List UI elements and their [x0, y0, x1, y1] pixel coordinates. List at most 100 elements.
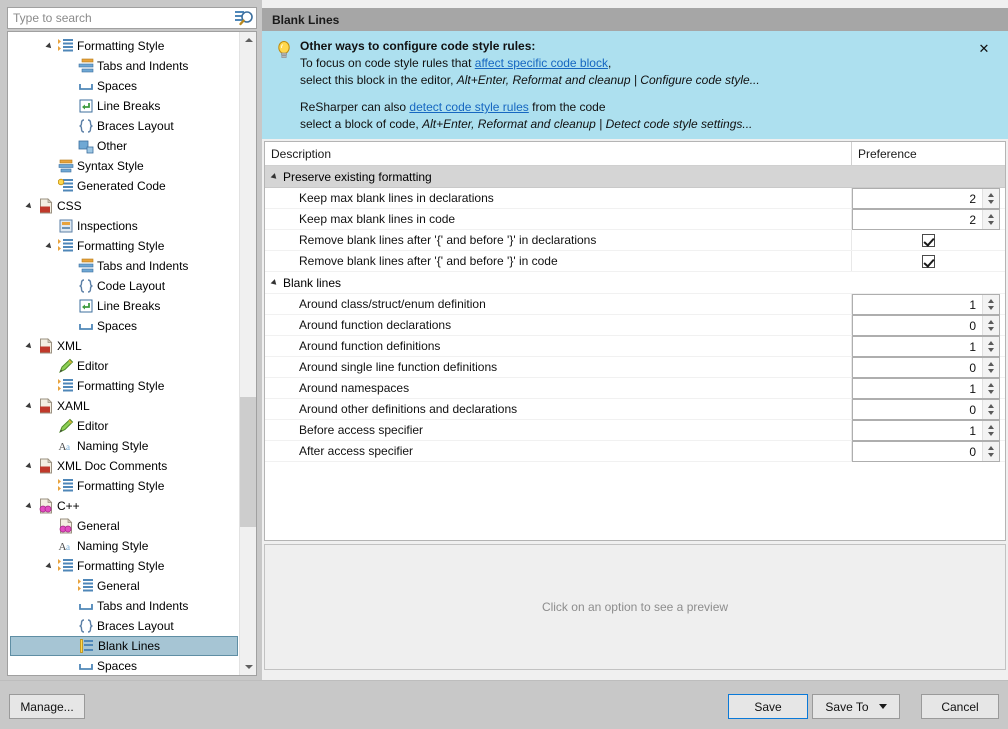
stepper-value[interactable]: 0	[853, 361, 982, 375]
expand-triangle-icon[interactable]	[26, 196, 37, 216]
grid-row[interactable]: Keep max blank lines in declarations2	[265, 188, 1005, 209]
grid-row[interactable]: Around function declarations0	[265, 315, 1005, 336]
stepper-arrows-icon[interactable]	[982, 295, 999, 314]
tree-item[interactable]: Formatting Style	[8, 476, 240, 496]
grid-row[interactable]: Remove blank lines after '{' and before …	[265, 230, 1005, 251]
tree-item[interactable]: Tabs and Indents	[8, 56, 240, 76]
expand-triangle-icon[interactable]	[26, 456, 37, 476]
grid-row[interactable]: Keep max blank lines in code2	[265, 209, 1005, 230]
tree-item[interactable]: Code Layout	[8, 276, 240, 296]
grid-group-header[interactable]: Blank lines	[265, 272, 1005, 294]
tree-item[interactable]: XML Doc Comments	[8, 456, 240, 476]
checkbox[interactable]	[922, 255, 935, 268]
manage-button[interactable]: Manage...	[9, 694, 85, 719]
tree-item[interactable]: Editor	[8, 416, 240, 436]
search-box[interactable]	[7, 7, 257, 29]
grid-row[interactable]: Around other definitions and declaration…	[265, 399, 1005, 420]
expand-triangle-icon[interactable]	[46, 36, 57, 56]
settings-tree[interactable]: Formatting StyleTabs and IndentsSpacesLi…	[7, 31, 257, 676]
expand-triangle-icon[interactable]	[26, 396, 37, 416]
tree-item[interactable]: Line Breaks	[8, 96, 240, 116]
stepper-value[interactable]: 1	[853, 340, 982, 354]
tree-item[interactable]: General	[8, 576, 240, 596]
tree-item[interactable]: Formatting Style	[8, 236, 240, 256]
close-icon[interactable]: ✕	[976, 41, 992, 57]
number-stepper[interactable]: 0	[852, 357, 1000, 378]
checkbox[interactable]	[922, 234, 935, 247]
tree-item[interactable]: Tabs and Indents	[8, 256, 240, 276]
grid-group-header[interactable]: Preserve existing formatting	[265, 166, 1005, 188]
stepper-arrows-icon[interactable]	[982, 421, 999, 440]
scroll-down-button[interactable]	[240, 658, 257, 675]
stepper-value[interactable]: 2	[853, 192, 982, 206]
number-stepper[interactable]: 2	[852, 209, 1000, 230]
tree-item[interactable]: Line Breaks	[8, 296, 240, 316]
number-stepper[interactable]: 2	[852, 188, 1000, 209]
stepper-arrows-icon[interactable]	[982, 379, 999, 398]
cancel-button[interactable]: Cancel	[921, 694, 999, 719]
tree-scrollbar[interactable]	[239, 32, 256, 675]
tree-item[interactable]: Formatting Style	[8, 376, 240, 396]
search-icon[interactable]	[234, 8, 256, 28]
stepper-value[interactable]: 2	[853, 213, 982, 227]
grid-row[interactable]: Around single line function definitions0	[265, 357, 1005, 378]
number-stepper[interactable]: 0	[852, 441, 1000, 462]
tree-item[interactable]: Other	[8, 136, 240, 156]
grid-row[interactable]: Around namespaces1	[265, 378, 1005, 399]
expand-triangle-icon[interactable]	[26, 496, 37, 516]
number-stepper[interactable]: 0	[852, 399, 1000, 420]
search-input[interactable]	[8, 8, 234, 28]
tree-item[interactable]: XAML	[8, 396, 240, 416]
save-button[interactable]: Save	[728, 694, 808, 719]
tree-item[interactable]: Spaces	[8, 656, 240, 676]
number-stepper[interactable]: 1	[852, 336, 1000, 357]
stepper-value[interactable]: 0	[853, 319, 982, 333]
tree-item[interactable]: CSS	[8, 196, 240, 216]
tree-item[interactable]: Braces Layout	[8, 116, 240, 136]
grid-row[interactable]: Before access specifier1	[265, 420, 1005, 441]
stepper-value[interactable]: 0	[853, 403, 982, 417]
stepper-arrows-icon[interactable]	[982, 316, 999, 335]
tree-item[interactable]: Tabs and Indents	[8, 596, 240, 616]
tree-item[interactable]: Formatting Style	[8, 556, 240, 576]
scroll-up-button[interactable]	[240, 32, 257, 49]
expand-triangle-icon[interactable]	[46, 556, 57, 576]
grid-row[interactable]: Remove blank lines after '{' and before …	[265, 251, 1005, 272]
tree-item[interactable]: AaNaming Style	[8, 436, 240, 456]
affect-specific-code-block-link[interactable]: affect specific code block	[475, 56, 608, 70]
tree-item[interactable]: Syntax Style	[8, 156, 240, 176]
grid-row[interactable]: Around function definitions1	[265, 336, 1005, 357]
tree-item[interactable]: Spaces	[8, 316, 240, 336]
number-stepper[interactable]: 1	[852, 420, 1000, 441]
number-stepper[interactable]: 1	[852, 378, 1000, 399]
stepper-value[interactable]: 1	[853, 298, 982, 312]
expand-triangle-icon[interactable]	[46, 236, 57, 256]
stepper-arrows-icon[interactable]	[982, 189, 999, 208]
number-stepper[interactable]: 1	[852, 294, 1000, 315]
detect-code-style-rules-link[interactable]: detect code style rules	[409, 100, 528, 114]
expand-triangle-icon[interactable]	[271, 173, 279, 181]
tree-item-selected[interactable]: Blank Lines	[10, 636, 238, 656]
tree-item[interactable]: Generated Code	[8, 176, 240, 196]
tree-item[interactable]: AaNaming Style	[8, 536, 240, 556]
expand-triangle-icon[interactable]	[271, 279, 279, 287]
stepper-arrows-icon[interactable]	[982, 337, 999, 356]
tree-item[interactable]: General	[8, 516, 240, 536]
tree-item[interactable]: XML	[8, 336, 240, 356]
tree-item[interactable]: C++	[8, 496, 240, 516]
save-to-button[interactable]: Save To	[812, 694, 900, 719]
tree-item[interactable]: Inspections	[8, 216, 240, 236]
number-stepper[interactable]: 0	[852, 315, 1000, 336]
grid-row[interactable]: After access specifier0	[265, 441, 1005, 462]
expand-triangle-icon[interactable]	[26, 336, 37, 356]
tree-item[interactable]: Formatting Style	[8, 36, 240, 56]
scrollbar-thumb[interactable]	[240, 397, 257, 527]
tree-item[interactable]: Editor	[8, 356, 240, 376]
stepper-value[interactable]: 1	[853, 424, 982, 438]
tree-item[interactable]: Spaces	[8, 76, 240, 96]
stepper-arrows-icon[interactable]	[982, 210, 999, 229]
stepper-value[interactable]: 0	[853, 445, 982, 459]
stepper-arrows-icon[interactable]	[982, 400, 999, 419]
stepper-arrows-icon[interactable]	[982, 358, 999, 377]
stepper-arrows-icon[interactable]	[982, 442, 999, 461]
